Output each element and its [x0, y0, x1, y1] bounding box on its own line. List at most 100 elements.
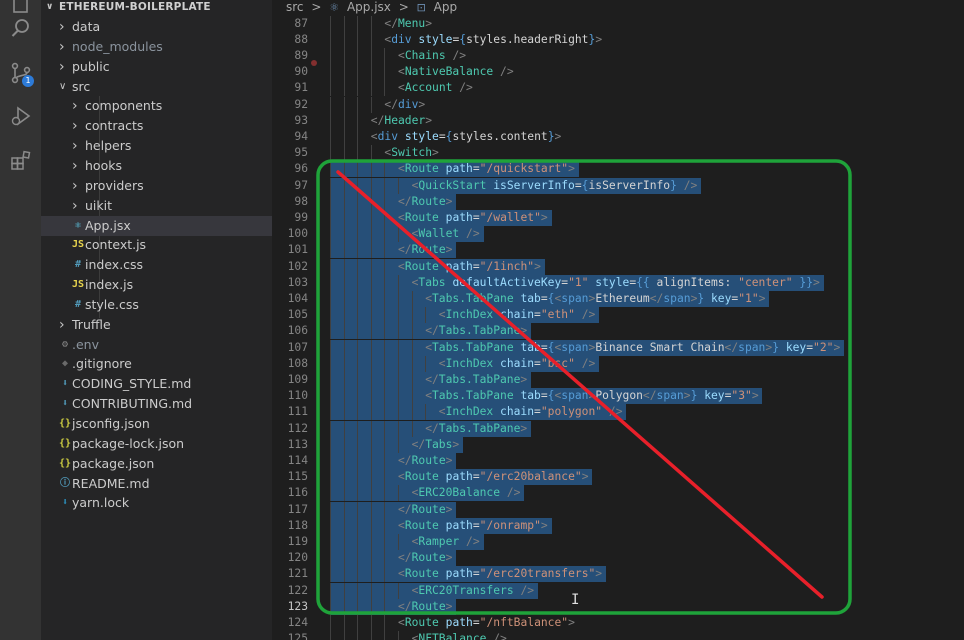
code-text: </Tabs> [411, 437, 460, 451]
code-line[interactable]: 98 </Route> [272, 193, 964, 210]
tree-folder[interactable]: › Truffle [41, 315, 272, 335]
tree-file[interactable]: JS index.js [41, 275, 272, 295]
code-line[interactable]: 95 <Switch> [272, 145, 964, 162]
tree-file[interactable]: # index.css [41, 255, 272, 275]
tree-file[interactable]: ⬇ CONTRIBUTING.md [41, 394, 272, 414]
code-line[interactable]: 101 </Route> [272, 242, 964, 259]
tree-file[interactable]: ⬇ CODING_STYLE.md [41, 374, 272, 394]
indent-guide [370, 388, 372, 405]
indent-guide [357, 31, 359, 48]
tree-folder[interactable]: › providers [41, 176, 272, 196]
run-debug-icon[interactable] [0, 98, 41, 134]
tree-item-label: components [85, 98, 163, 114]
code-line[interactable]: 97 <QuickStart isServerInfo={isServerInfo… [272, 177, 964, 194]
code-line[interactable]: 99 <Route path="/wallet"> [272, 209, 964, 227]
code-line[interactable]: 114 </Route> [272, 452, 964, 470]
code-line[interactable]: 118 <Route path="/onramp"> [272, 517, 964, 534]
code-line[interactable]: 89 <Chains /> [272, 47, 964, 65]
indent-guide [357, 258, 359, 275]
tree-file[interactable]: {} package-lock.json [41, 434, 272, 454]
tree-file[interactable]: ⓘ README.md [41, 474, 272, 494]
code-line[interactable]: 88 <div style={styles.headerRight}> [272, 31, 964, 48]
code-text: </Menu> [384, 16, 433, 30]
tree-file[interactable]: # style.css [41, 295, 272, 315]
tree-folder[interactable]: › hooks [41, 156, 272, 176]
tree-file[interactable]: JS context.js [41, 235, 272, 255]
code-line[interactable]: 117 </Route> [272, 501, 964, 518]
tree-file[interactable]: ⬇ yarn.lock [41, 493, 272, 513]
code-line[interactable]: 108 <InchDex chain="bsc" /> [272, 355, 964, 372]
source-control-icon[interactable]: 1 [0, 55, 41, 91]
tree-file[interactable]: {} jsconfig.json [41, 414, 272, 434]
indent-guide [357, 614, 359, 632]
code-line[interactable]: 103 <Tabs defaultActiveKey="1" style={{ a… [272, 274, 964, 291]
code-line[interactable]: 104 <Tabs.TabPane tab={<span>Ethereum</sp… [272, 290, 964, 308]
code-text: <Route path="/nftBalance"> [398, 615, 575, 629]
code-line[interactable]: 94 <div style={styles.content}> [272, 128, 964, 146]
code-line[interactable]: 91 <Account /> [272, 80, 964, 97]
tree-folder[interactable]: › public [41, 57, 272, 77]
indent-guide [384, 452, 386, 470]
code-line[interactable]: 111 <InchDex chain="polygon" /> [272, 404, 964, 421]
code-line[interactable]: 112 </Tabs.TabPane> [272, 420, 964, 437]
tree-folder[interactable]: › data [41, 17, 272, 37]
tree-file[interactable]: ◆ .gitignore [41, 354, 272, 374]
indent-guide [384, 404, 386, 421]
breadcrumb-separator: > [311, 0, 322, 14]
code-text: <NativeBalance /> [398, 65, 514, 79]
indent-guide [330, 96, 331, 113]
indent-guide [411, 371, 413, 389]
code-line[interactable]: 110 <Tabs.TabPane tab={<span>Polygon</spa… [272, 388, 964, 405]
code-line[interactable]: 100 <Wallet /> [272, 226, 964, 243]
code-line[interactable]: 90 <NativeBalance /> [272, 64, 964, 81]
tree-folder[interactable]: ∨ src [41, 77, 272, 97]
indent-guide [384, 161, 386, 178]
tree-file[interactable]: ⚛ App.jsx [41, 215, 272, 236]
project-header[interactable]: ∨ ETHEREUM-BOILERPLATE [41, 0, 272, 14]
indent-guide [384, 339, 386, 356]
code-text: <Tabs.TabPane tab={<span>Polygon</span>}… [425, 389, 759, 403]
code-line[interactable]: 120 </Route> [272, 550, 964, 567]
code-line[interactable]: 122 <ERC20Transfers /> [272, 582, 964, 599]
code-line[interactable]: 115 <Route path="/erc20balance"> [272, 469, 964, 486]
code-text: <Tabs.TabPane tab={<span>Ethereum</span>… [425, 291, 766, 305]
code-line[interactable]: 96 <Route path="/quickstart"> [272, 161, 964, 178]
code-line[interactable]: 106 </Tabs.TabPane> [272, 323, 964, 340]
tree-folder[interactable]: › uikit [41, 196, 272, 216]
tree-item-label: .env [72, 336, 99, 352]
tree-folder[interactable]: › helpers [41, 136, 272, 156]
breadcrumb-symbol[interactable]: App [434, 0, 457, 14]
code-line[interactable]: 105 <InchDex chain="eth" /> [272, 307, 964, 324]
code-line[interactable]: 124 <Route path="/nftBalance"> [272, 614, 964, 632]
code-line[interactable]: 123 </Route> [272, 598, 964, 615]
tree-folder[interactable]: › node_modules [41, 37, 272, 57]
chevron-right-icon: › [59, 58, 65, 75]
code-text: <Route path="/onramp"> [398, 518, 548, 532]
tree-folder[interactable]: › components [41, 96, 272, 116]
extensions-icon[interactable] [0, 142, 41, 178]
indent-guide [398, 177, 399, 194]
breadcrumb-folder[interactable]: src [286, 0, 304, 14]
code-line[interactable]: 102 <Route path="/1inch"> [272, 258, 964, 275]
code-line[interactable]: 109 </Tabs.TabPane> [272, 371, 964, 389]
indent-guide [370, 258, 372, 275]
code-line[interactable]: 116 <ERC20Balance /> [272, 485, 964, 502]
indent-guide [330, 177, 331, 194]
code-line[interactable]: 119 <Ramper /> [272, 533, 964, 551]
tree-file[interactable]: {} package.json [41, 454, 272, 474]
code-editor[interactable]: src > ⚛ App.jsx > ⊡ App 87 </Menu> 88 <div … [272, 0, 964, 640]
code-line[interactable]: 93 </Header> [272, 112, 964, 129]
code-line[interactable]: 92 </div> [272, 96, 964, 113]
code-line[interactable]: 125 <NFTBalance /> [272, 631, 964, 640]
indent-guide [411, 355, 413, 372]
code-line[interactable]: 87 </Menu> [272, 15, 964, 32]
breadcrumb-file[interactable]: App.jsx [347, 0, 391, 14]
code-line[interactable]: 107 <Tabs.TabPane tab={<span>Binance Smar… [272, 339, 964, 356]
code-line[interactable]: 121 <Route path="/erc20transfers"> [272, 566, 964, 583]
tree-item-label: public [72, 58, 110, 74]
indent-guide [330, 307, 331, 324]
search-icon[interactable] [0, 10, 41, 46]
tree-folder[interactable]: › contracts [41, 116, 272, 136]
tree-file[interactable]: ⚙ .env [41, 335, 272, 355]
code-line[interactable]: 113 </Tabs> [272, 436, 964, 453]
